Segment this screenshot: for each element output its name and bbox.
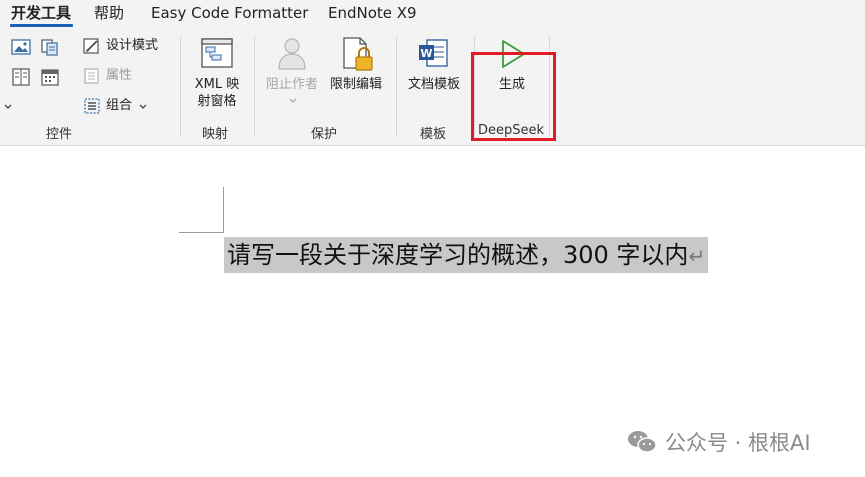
document-template-icon: W [419, 39, 448, 67]
group-button[interactable]: 组合 [106, 98, 132, 114]
group-separator [396, 36, 397, 136]
group-icon [84, 98, 100, 114]
restrict-editing-button[interactable]: 限制编辑 [326, 76, 386, 93]
svg-text:W: W [420, 47, 432, 60]
margin-corner-mark [179, 232, 224, 233]
restrict-editing-icon [343, 37, 373, 71]
legacy-tools-icon[interactable] [11, 68, 31, 86]
highlight-annotation-box [471, 52, 556, 141]
xml-mapping-pane-icon[interactable] [200, 37, 234, 69]
group-separator [254, 36, 255, 136]
design-mode-button[interactable]: 设计模式 [106, 38, 158, 54]
block-authors-chevron-icon [289, 98, 297, 103]
tab-easy-code-formatter[interactable]: Easy Code Formatter [151, 3, 308, 23]
picture-content-control-icon[interactable] [11, 38, 31, 56]
wechat-icon [628, 431, 657, 453]
xml-mapping-pane-label-line1[interactable]: XML 映 [190, 76, 244, 93]
tab-developer[interactable]: 开发工具 [11, 3, 71, 23]
ribbon: 设计模式 属性 组合 控件 XML 映 射窗格 映射 阻止作者 限制编辑 保护 … [0, 28, 865, 146]
building-block-control-icon[interactable] [40, 38, 60, 56]
date-picker-control-icon[interactable] [40, 68, 60, 86]
paragraph-mark: ↵ [688, 244, 706, 268]
xml-mapping-pane-label-line2[interactable]: 射窗格 [190, 93, 244, 110]
paragraph-text: 请写一段关于深度学习的概述，300 字以内 [227, 241, 689, 269]
watermark: 公众号 · 根根AI [627, 426, 811, 458]
properties-button[interactable]: 属性 [106, 68, 132, 84]
watermark-text: 公众号 · 根根AI [665, 431, 811, 455]
mapping-group-label: 映射 [202, 127, 229, 142]
templates-group-label: 模板 [420, 127, 447, 142]
selected-paragraph[interactable]: 请写一段关于深度学习的概述，300 字以内↵ [224, 237, 709, 273]
controls-group-label: 控件 [46, 127, 73, 142]
design-mode-icon [83, 38, 99, 54]
document-template-button[interactable]: 文档模板 [404, 76, 464, 93]
properties-icon [84, 68, 99, 84]
ribbon-tab-bar: 开发工具 帮助 Easy Code Formatter EndNote X9 [0, 0, 865, 28]
active-tab-indicator [10, 24, 73, 27]
margin-corner-mark [223, 187, 224, 233]
tab-help[interactable]: 帮助 [94, 3, 124, 23]
tab-endnote[interactable]: EndNote X9 [328, 3, 417, 23]
document-page[interactable]: 请写一段关于深度学习的概述，300 字以内↵ 公众号 · 根根AI [0, 147, 865, 477]
block-authors-button[interactable]: 阻止作者 [262, 76, 322, 93]
block-authors-icon [278, 38, 306, 70]
group-separator [180, 36, 181, 136]
protect-group-label: 保护 [311, 127, 338, 142]
chevron-down-icon[interactable] [2, 98, 14, 116]
group-dropdown-chevron-icon[interactable] [138, 98, 148, 116]
